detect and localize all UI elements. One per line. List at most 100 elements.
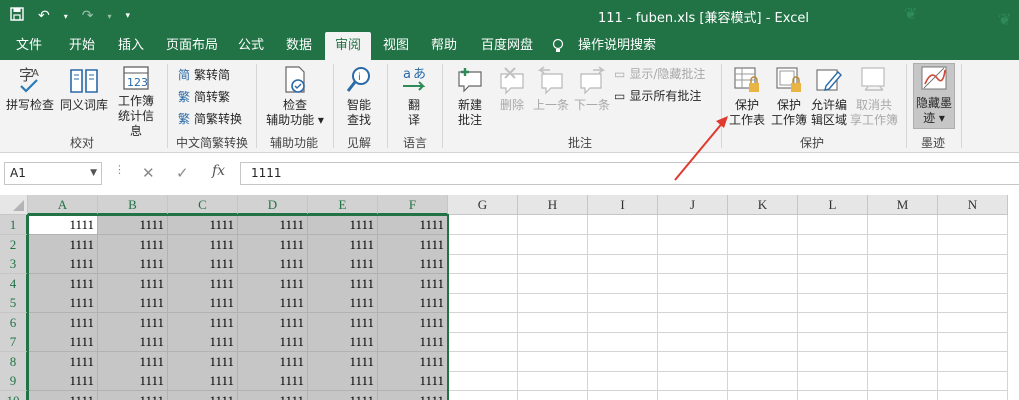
cell-b2[interactable]: 1111 <box>98 234 168 255</box>
cell-d9[interactable]: 1111 <box>238 371 308 391</box>
column-header-l[interactable]: L <box>798 195 868 215</box>
protect-workbook-button[interactable]: 保护 工作簿 <box>769 64 809 128</box>
cell-h5[interactable] <box>518 293 588 313</box>
smart-lookup-button[interactable]: i 智能 查找 <box>339 64 379 128</box>
cell-n1[interactable] <box>938 215 1008 235</box>
row-header-10[interactable]: 10 <box>0 390 28 400</box>
cancel-icon[interactable]: ✕ <box>142 164 155 182</box>
cell-j2[interactable] <box>658 234 728 255</box>
tab-home[interactable]: 开始 <box>69 32 95 60</box>
cell-c10[interactable]: 1111 <box>168 390 238 400</box>
cell-f10[interactable]: 1111 <box>378 390 448 400</box>
cell-d6[interactable]: 1111 <box>238 312 308 333</box>
cell-g8[interactable] <box>448 351 518 372</box>
column-header-i[interactable]: I <box>588 195 658 215</box>
hide-ink-button[interactable]: 隐藏墨 迹 ▾ <box>913 63 955 129</box>
row-header-6[interactable]: 6 <box>0 312 28 333</box>
column-header-j[interactable]: J <box>658 195 728 215</box>
cell-b6[interactable]: 1111 <box>98 312 168 333</box>
row-header-5[interactable]: 5 <box>0 293 28 313</box>
cell-b9[interactable]: 1111 <box>98 371 168 391</box>
cell-e9[interactable]: 1111 <box>308 371 378 391</box>
cell-e6[interactable]: 1111 <box>308 312 378 333</box>
cell-k4[interactable] <box>728 273 798 294</box>
cell-f3[interactable]: 1111 <box>378 254 448 274</box>
cell-n10[interactable] <box>938 390 1008 400</box>
cell-m8[interactable] <box>868 351 938 372</box>
cell-d2[interactable]: 1111 <box>238 234 308 255</box>
cell-a4[interactable]: 1111 <box>28 273 98 294</box>
tab-file[interactable]: 文件 <box>16 32 42 60</box>
tab-help[interactable]: 帮助 <box>431 32 457 60</box>
check-accessibility-button[interactable]: 检查 辅助功能 ▾ <box>262 64 328 128</box>
insert-function-icon[interactable]: fx <box>212 163 225 179</box>
cell-d7[interactable]: 1111 <box>238 332 308 352</box>
cell-l7[interactable] <box>798 332 868 352</box>
cell-l3[interactable] <box>798 254 868 274</box>
cell-a1[interactable]: 1111 <box>28 215 98 235</box>
cell-e8[interactable]: 1111 <box>308 351 378 372</box>
row-header-4[interactable]: 4 <box>0 273 28 294</box>
cell-d1[interactable]: 1111 <box>238 215 308 235</box>
cell-i2[interactable] <box>588 234 658 255</box>
cell-n6[interactable] <box>938 312 1008 333</box>
show-all-comments-button[interactable]: ▭ 显示所有批注 <box>614 87 701 105</box>
cell-m3[interactable] <box>868 254 938 274</box>
cell-c6[interactable]: 1111 <box>168 312 238 333</box>
tab-view[interactable]: 视图 <box>383 32 409 60</box>
cell-e10[interactable]: 1111 <box>308 390 378 400</box>
column-header-f[interactable]: F <box>378 195 448 215</box>
column-header-d[interactable]: D <box>238 195 308 215</box>
cell-h3[interactable] <box>518 254 588 274</box>
cell-a3[interactable]: 1111 <box>28 254 98 274</box>
cell-a8[interactable]: 1111 <box>28 351 98 372</box>
cell-c1[interactable]: 1111 <box>168 215 238 235</box>
cell-k7[interactable] <box>728 332 798 352</box>
cell-k9[interactable] <box>728 371 798 391</box>
cell-m6[interactable] <box>868 312 938 333</box>
cell-c5[interactable]: 1111 <box>168 293 238 313</box>
column-header-e[interactable]: E <box>308 195 378 215</box>
cell-f5[interactable]: 1111 <box>378 293 448 313</box>
cell-g2[interactable] <box>448 234 518 255</box>
cell-g10[interactable] <box>448 390 518 400</box>
cell-i7[interactable] <box>588 332 658 352</box>
column-header-n[interactable]: N <box>938 195 1008 215</box>
cell-m2[interactable] <box>868 234 938 255</box>
cell-h7[interactable] <box>518 332 588 352</box>
next-comment-button[interactable]: 下一条 <box>572 64 612 113</box>
cell-d5[interactable]: 1111 <box>238 293 308 313</box>
column-header-b[interactable]: B <box>98 195 168 215</box>
enter-icon[interactable]: ✓ <box>176 164 189 182</box>
cell-j10[interactable] <box>658 390 728 400</box>
column-header-h[interactable]: H <box>518 195 588 215</box>
cell-b5[interactable]: 1111 <box>98 293 168 313</box>
cell-g6[interactable] <box>448 312 518 333</box>
cell-i9[interactable] <box>588 371 658 391</box>
cell-l6[interactable] <box>798 312 868 333</box>
cell-l2[interactable] <box>798 234 868 255</box>
cell-c9[interactable]: 1111 <box>168 371 238 391</box>
show-hide-comment-button[interactable]: ▭ 显示/隐藏批注 <box>614 65 705 83</box>
formula-input[interactable]: 1111 <box>240 162 1019 185</box>
row-header-3[interactable]: 3 <box>0 254 28 274</box>
cell-a6[interactable]: 1111 <box>28 312 98 333</box>
undo-dropdown-icon[interactable]: ▾ <box>64 12 68 21</box>
cell-b3[interactable]: 1111 <box>98 254 168 274</box>
cell-e2[interactable]: 1111 <box>308 234 378 255</box>
row-header-7[interactable]: 7 <box>0 332 28 352</box>
cell-c2[interactable]: 1111 <box>168 234 238 255</box>
to-traditional-button[interactable]: 繁简转繁 <box>178 88 230 106</box>
cell-e4[interactable]: 1111 <box>308 273 378 294</box>
cell-k8[interactable] <box>728 351 798 372</box>
protect-sheet-button[interactable]: 保护 工作表 <box>726 64 768 128</box>
formula-bar-resize-handle[interactable]: ⋮ <box>114 163 125 176</box>
cell-n9[interactable] <box>938 371 1008 391</box>
allow-edit-ranges-button[interactable]: 允许编 辑区域 <box>809 64 849 128</box>
cell-k5[interactable] <box>728 293 798 313</box>
cell-l1[interactable] <box>798 215 868 235</box>
thesaurus-button[interactable]: 同义词库 <box>58 64 110 113</box>
cell-h2[interactable] <box>518 234 588 255</box>
column-header-c[interactable]: C <box>168 195 238 215</box>
cell-c4[interactable]: 1111 <box>168 273 238 294</box>
